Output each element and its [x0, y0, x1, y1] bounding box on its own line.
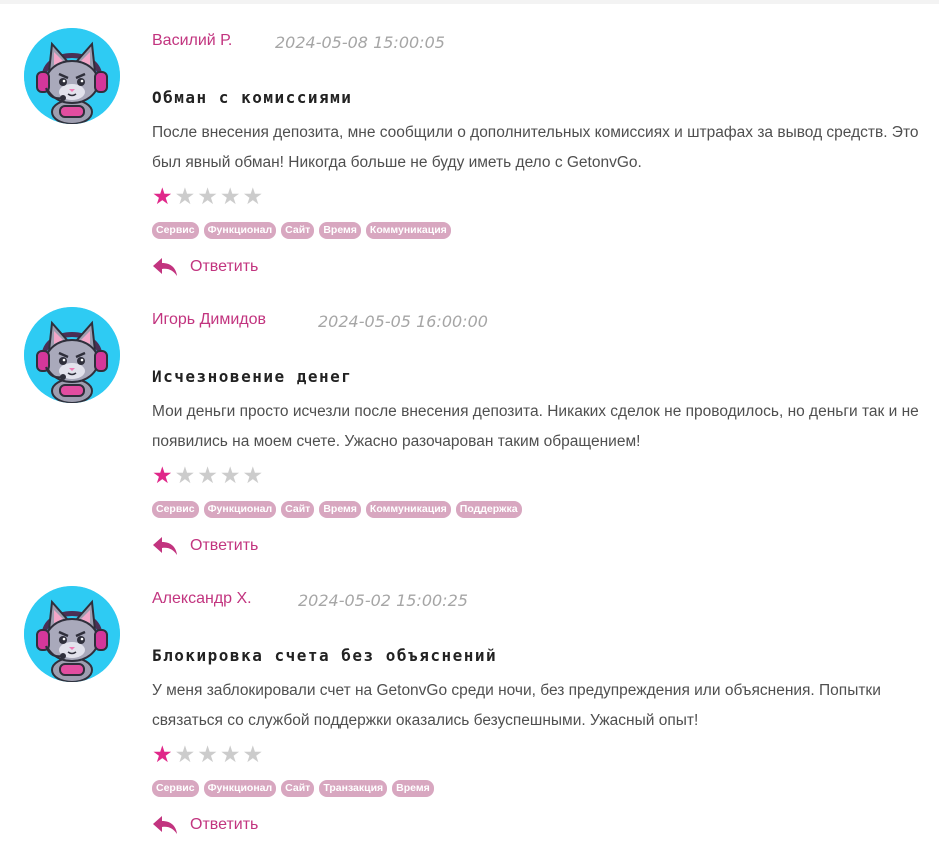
review-author[interactable]: Василий Р.: [152, 32, 232, 50]
review-text: Мои деньги просто исчезли после внесения…: [152, 403, 919, 450]
reply-button[interactable]: Ответить: [152, 536, 258, 556]
star-filled-icon: ★: [152, 463, 173, 489]
tag-badge: Коммуникация: [365, 222, 451, 239]
review-item: Игорь Димидов 2024-05-05 16:00:00 Исчезн…: [0, 279, 939, 558]
star-empty-icon: ★: [219, 184, 241, 210]
tag-badge: Транзакция: [319, 780, 388, 797]
tag-badge: Сайт: [281, 780, 315, 797]
review-author[interactable]: Александр Х.: [152, 590, 252, 608]
star-empty-icon: ★: [174, 742, 196, 768]
tag-badge: Функционал: [203, 222, 277, 239]
tag-badge: Сервис: [152, 501, 199, 518]
tag-badge: Сайт: [281, 501, 315, 518]
reply-arrow-icon: [152, 257, 178, 277]
tag-badge: Коммуникация: [365, 501, 451, 518]
tag-badge: Время: [319, 501, 361, 518]
review-item: Василий Р. 2024-05-08 15:00:05 Обман с к…: [0, 0, 939, 279]
tag-badge: Поддержка: [455, 501, 522, 518]
reply-label: Ответить: [190, 816, 259, 833]
review-item: Александр Х. 2024-05-02 15:00:25 Блокиро…: [0, 558, 939, 837]
star-empty-icon: ★: [174, 463, 196, 489]
tag-list: Сервис Функционал Сайт Время Коммуникаци…: [152, 501, 522, 518]
star-empty-icon: ★: [242, 463, 264, 489]
review-text: После внесения депозита, мне сообщили о …: [152, 124, 919, 171]
tag-badge: Сервис: [152, 222, 199, 239]
reply-label: Ответить: [190, 258, 259, 275]
star-empty-icon: ★: [197, 463, 218, 489]
reply-button[interactable]: Ответить: [152, 257, 258, 277]
review-title: Обман с комиссиями: [152, 88, 353, 107]
review-title: Исчезновение денег: [152, 367, 353, 386]
reply-arrow-icon: [152, 536, 178, 556]
star-rating: ★ ★ ★ ★ ★: [152, 743, 263, 767]
star-filled-icon: ★: [152, 742, 173, 768]
star-rating: ★ ★ ★ ★ ★: [152, 464, 263, 488]
tag-badge: Функционал: [203, 780, 277, 797]
cat-gamer-avatar-icon: [24, 586, 120, 682]
star-empty-icon: ★: [242, 184, 264, 210]
review-text: У меня заблокировали счет на GetonvGo ср…: [152, 682, 881, 729]
review-author[interactable]: Игорь Димидов: [152, 311, 266, 329]
star-empty-icon: ★: [197, 742, 218, 768]
star-rating: ★ ★ ★ ★ ★: [152, 185, 263, 209]
star-empty-icon: ★: [242, 742, 264, 768]
star-empty-icon: ★: [197, 184, 218, 210]
tag-list: Сервис Функционал Сайт Транзакция Время: [152, 780, 434, 797]
review-date: 2024-05-05 16:00:00: [318, 312, 488, 331]
review-date: 2024-05-02 15:00:25: [298, 591, 468, 610]
star-empty-icon: ★: [174, 184, 196, 210]
reply-button[interactable]: Ответить: [152, 815, 258, 835]
tag-badge: Функционал: [203, 501, 277, 518]
star-empty-icon: ★: [219, 463, 241, 489]
tag-badge: Время: [319, 222, 361, 239]
reply-arrow-icon: [152, 815, 178, 835]
tag-badge: Время: [392, 780, 434, 797]
tag-badge: Сервис: [152, 780, 199, 797]
star-filled-icon: ★: [152, 184, 173, 210]
reply-label: Ответить: [190, 537, 259, 554]
tag-list: Сервис Функционал Сайт Время Коммуникаци…: [152, 222, 451, 239]
review-title: Блокировка счета без объяснений: [152, 646, 498, 665]
cat-gamer-avatar-icon: [24, 28, 120, 124]
star-empty-icon: ★: [219, 742, 241, 768]
cat-gamer-avatar-icon: [24, 307, 120, 403]
tag-badge: Сайт: [281, 222, 315, 239]
review-date: 2024-05-08 15:00:05: [275, 33, 445, 52]
